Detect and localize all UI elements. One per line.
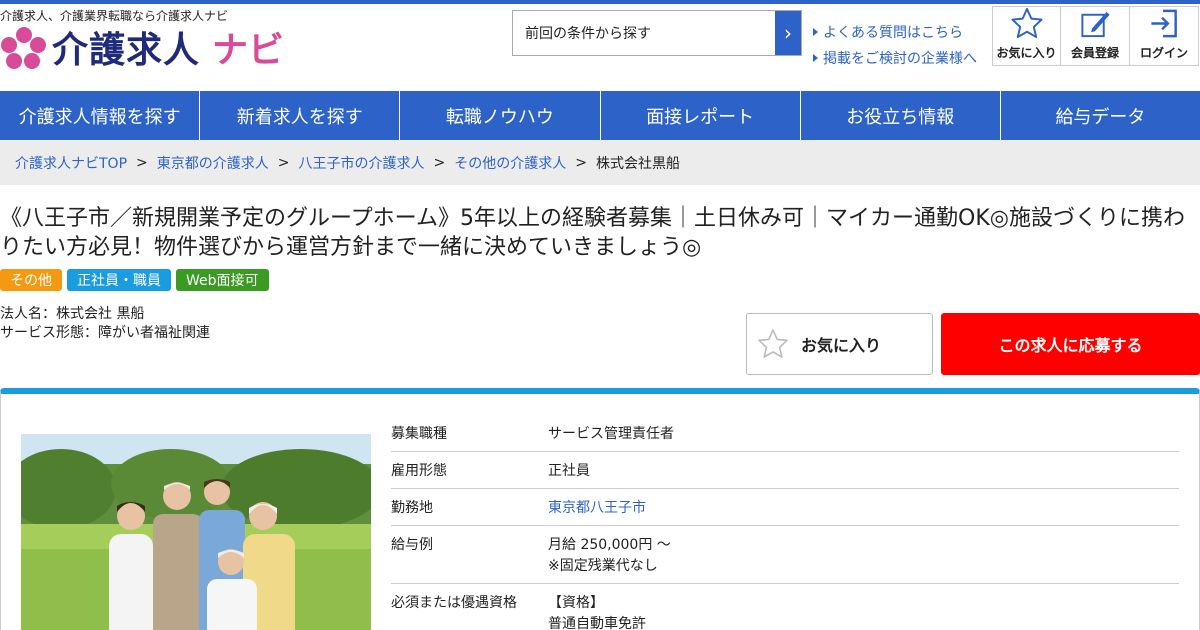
- detail-value: サービス管理責任者: [548, 426, 674, 442]
- breadcrumb-separator: >: [575, 154, 587, 171]
- breadcrumb-separator: >: [277, 154, 290, 171]
- breadcrumb-link-other[interactable]: その他の介護求人: [454, 153, 566, 173]
- tag-full-time: 正社員・職員: [67, 269, 171, 291]
- employer-link[interactable]: 掲載をご検討の企業様へ: [813, 46, 977, 72]
- salary-note: ※固定残業代なし: [548, 558, 658, 574]
- star-outline-icon: [758, 329, 788, 358]
- logo-text-sub: ナビ: [212, 30, 285, 71]
- nav-interview-reports[interactable]: 面接レポート: [601, 91, 801, 140]
- login-icon: [1151, 9, 1177, 38]
- star-icon: [1010, 7, 1043, 39]
- main-nav: 介護求人情報を探す 新着求人を探す 転職ノウハウ 面接レポート お役立ち情報 給…: [0, 91, 1200, 140]
- triangle-right-icon: [813, 28, 818, 36]
- breadcrumb-separator: >: [136, 154, 148, 171]
- job-title: 《八王子市／新規開業予定のグループホーム》5年以上の経験者募集｜土日休み可｜マイ…: [0, 206, 1185, 260]
- detail-row: 必須または優遇資格 【資格】 普通自動車免許: [391, 584, 1179, 630]
- corp-name: 法人名：株式会社 黒船: [0, 306, 145, 322]
- favorites-button[interactable]: お気に入り: [992, 6, 1061, 66]
- site-logo[interactable]: 介護求人 ナビ: [0, 24, 285, 71]
- corp-info: 法人名：株式会社 黒船 サービス形態：障がい者福祉関連: [0, 305, 210, 343]
- breadcrumb-separator: >: [433, 154, 446, 171]
- detail-key: 必須または優遇資格: [391, 595, 517, 611]
- nav-useful-info[interactable]: お役立ち情報: [801, 91, 1001, 140]
- chevron-right-icon: ›: [784, 21, 792, 45]
- detail-key: 給与例: [391, 537, 433, 553]
- location-link[interactable]: 東京都八王子市: [548, 498, 1179, 519]
- previous-search[interactable]: 前回の条件から探す ›: [512, 10, 802, 56]
- detail-row: 募集職種 サービス管理責任者: [391, 415, 1179, 452]
- previous-search-label: 前回の条件から探す: [525, 26, 651, 42]
- nav-new-jobs[interactable]: 新着求人を探す: [200, 91, 401, 140]
- detail-key: 勤務地: [391, 500, 433, 516]
- job-photo: [21, 434, 371, 630]
- detail-row: 給与例 月給 250,000円 〜 ※固定残業代なし: [391, 526, 1179, 584]
- top-accent-line: [0, 0, 1200, 4]
- detail-row: 勤務地 東京都八王子市: [391, 489, 1179, 526]
- edit-icon: [1081, 11, 1110, 38]
- nav-salary-data[interactable]: 給与データ: [1001, 91, 1200, 140]
- detail-value: 【資格】 普通自動車免許: [548, 593, 1179, 630]
- tag-other: その他: [0, 269, 62, 291]
- register-button[interactable]: 会員登録: [1061, 6, 1130, 66]
- salary-value: 月給 250,000円 〜: [548, 537, 671, 553]
- detail-value: 正社員: [548, 463, 590, 479]
- header-icon-buttons: お気に入り 会員登録 ログイン: [992, 6, 1199, 66]
- breadcrumb-link-tokyo[interactable]: 東京都の介護求人: [157, 153, 269, 173]
- flower-logo-icon: [1, 27, 46, 69]
- job-detail-table: 募集職種 サービス管理責任者 雇用形態 正社員 勤務地 東京都八王子市 給与例 …: [391, 415, 1179, 630]
- detail-value: 月給 250,000円 〜 ※固定残業代なし: [548, 535, 1179, 577]
- add-favorite-button[interactable]: お気に入り: [746, 313, 933, 375]
- caregivers-photo: [21, 434, 371, 630]
- login-button[interactable]: ログイン: [1130, 6, 1199, 66]
- detail-key: 募集職種: [391, 426, 447, 442]
- qualification-heading: 【資格】: [548, 595, 604, 611]
- faq-link[interactable]: よくある質問はこちら: [813, 20, 977, 46]
- nav-career-knowhow[interactable]: 転職ノウハウ: [400, 91, 601, 140]
- breadcrumb: 介護求人ナビTOP > 東京都の介護求人 > 八王子市の介護求人 > その他の介…: [0, 140, 1200, 185]
- nav-search-jobs[interactable]: 介護求人情報を探す: [0, 91, 201, 140]
- qualification-value: 普通自動車免許: [548, 616, 646, 630]
- tag-web-interview: Web面接可: [176, 269, 269, 291]
- detail-key: 雇用形態: [391, 463, 447, 479]
- triangle-right-icon: [813, 54, 818, 62]
- logo-text-main: 介護求人: [52, 30, 201, 71]
- service-type: サービス形態：障がい者福祉関連: [0, 325, 210, 341]
- apply-button[interactable]: この求人に応募する: [941, 313, 1200, 375]
- job-tags: その他 正社員・職員 Web面接可: [0, 269, 269, 291]
- header-links: よくある質問はこちら 掲載をご検討の企業様へ: [813, 20, 977, 72]
- previous-search-button[interactable]: ›: [775, 11, 801, 55]
- breadcrumb-link-hachioji[interactable]: 八王子市の介護求人: [298, 153, 424, 173]
- breadcrumb-current: 株式会社黒船: [595, 155, 680, 172]
- breadcrumb-link-top[interactable]: 介護求人ナビTOP: [15, 153, 127, 173]
- detail-row: 雇用形態 正社員: [391, 452, 1179, 489]
